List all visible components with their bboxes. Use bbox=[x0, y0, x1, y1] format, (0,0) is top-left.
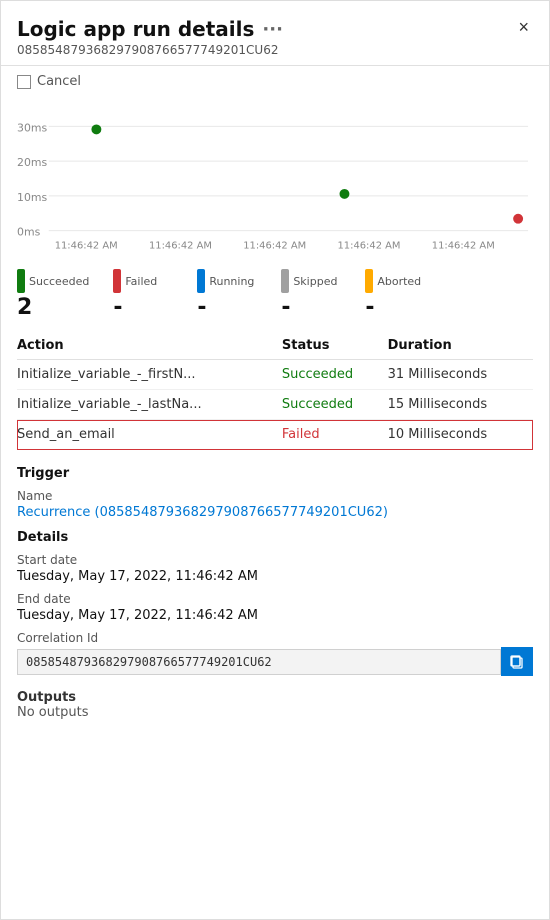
status-cell: Succeeded bbox=[282, 360, 388, 390]
table-row[interactable]: Send_an_emailFailed10 Milliseconds bbox=[17, 420, 533, 450]
chart-point-2 bbox=[340, 189, 350, 199]
aborted-count: - bbox=[365, 295, 425, 320]
start-date-value: Tuesday, May 17, 2022, 11:46:42 AM bbox=[17, 569, 533, 584]
aborted-label: Aborted bbox=[377, 275, 421, 288]
skipped-dot bbox=[281, 269, 289, 293]
panel-title-text: Logic app run details bbox=[17, 17, 254, 41]
cancel-checkbox[interactable] bbox=[17, 75, 31, 89]
skipped-count: - bbox=[281, 295, 341, 320]
failed-label: Failed bbox=[125, 275, 157, 288]
copy-correlation-button[interactable] bbox=[501, 647, 533, 676]
svg-text:11:46:42 AM: 11:46:42 AM bbox=[55, 240, 118, 251]
y-label-30ms: 30ms bbox=[17, 121, 48, 134]
panel-title-row: Logic app run details ··· bbox=[17, 17, 533, 41]
y-label-10ms: 10ms bbox=[17, 191, 48, 204]
trigger-section-label: Trigger bbox=[17, 466, 533, 481]
outputs-label: Outputs bbox=[17, 690, 533, 705]
col-duration: Duration bbox=[388, 332, 533, 360]
trigger-name-label: Name bbox=[17, 489, 533, 503]
skipped-label: Skipped bbox=[293, 275, 337, 288]
y-label-20ms: 20ms bbox=[17, 156, 48, 169]
status-summary: Succeeded 2 Failed - Running - bbox=[17, 269, 533, 320]
copy-icon bbox=[509, 654, 525, 670]
succeeded-dot bbox=[17, 269, 25, 293]
action-cell: Initialize_variable_-_firstN... bbox=[17, 360, 282, 390]
y-label-0ms: 0ms bbox=[17, 226, 41, 239]
chart-svg: 30ms 20ms 10ms 0ms 11:46:42 AM 11:46:42 … bbox=[17, 101, 533, 261]
succeeded-count: 2 bbox=[17, 295, 89, 320]
panel-content: Cancel 30ms 20ms 10ms 0ms 11:46:42 AM 11… bbox=[1, 66, 549, 919]
run-id-subtitle: 085854879368297908766577749201CU62 bbox=[17, 43, 533, 57]
status-cell: Succeeded bbox=[282, 390, 388, 420]
details-label: Details bbox=[17, 530, 533, 545]
duration-cell: 31 Milliseconds bbox=[388, 360, 533, 390]
end-date-value: Tuesday, May 17, 2022, 11:46:42 AM bbox=[17, 608, 533, 623]
status-item-running: Running - bbox=[197, 269, 257, 320]
end-date-label: End date bbox=[17, 592, 533, 606]
aborted-dot bbox=[365, 269, 373, 293]
panel-header: Logic app run details ··· 08585487936829… bbox=[1, 1, 549, 66]
status-cell: Failed bbox=[282, 420, 388, 450]
table-row[interactable]: Initialize_variable_-_lastNa...Succeeded… bbox=[17, 390, 533, 420]
failed-dot bbox=[113, 269, 121, 293]
close-button[interactable]: × bbox=[512, 15, 535, 40]
correlation-id-value: 085854879368297908766577749201CU62 bbox=[17, 649, 501, 675]
correlation-label: Correlation Id bbox=[17, 631, 533, 645]
status-item-succeeded: Succeeded 2 bbox=[17, 269, 89, 320]
status-item-aborted: Aborted - bbox=[365, 269, 425, 320]
action-cell: Send_an_email bbox=[17, 420, 282, 450]
table-row[interactable]: Initialize_variable_-_firstN...Succeeded… bbox=[17, 360, 533, 390]
svg-text:11:46:42 AM: 11:46:42 AM bbox=[432, 240, 495, 251]
no-outputs-value: No outputs bbox=[17, 705, 533, 720]
status-item-skipped: Skipped - bbox=[281, 269, 341, 320]
ellipsis-menu-icon[interactable]: ··· bbox=[262, 19, 283, 40]
action-cell: Initialize_variable_-_lastNa... bbox=[17, 390, 282, 420]
running-label: Running bbox=[209, 275, 254, 288]
chart-point-1 bbox=[91, 124, 101, 134]
col-status: Status bbox=[282, 332, 388, 360]
svg-text:11:46:42 AM: 11:46:42 AM bbox=[338, 240, 401, 251]
svg-text:11:46:42 AM: 11:46:42 AM bbox=[243, 240, 306, 251]
col-action: Action bbox=[17, 332, 282, 360]
duration-cell: 15 Milliseconds bbox=[388, 390, 533, 420]
duration-cell: 10 Milliseconds bbox=[388, 420, 533, 450]
chart-area: 30ms 20ms 10ms 0ms 11:46:42 AM 11:46:42 … bbox=[17, 101, 533, 261]
trigger-name-value[interactable]: Recurrence (0858548793682979087665777492… bbox=[17, 505, 533, 520]
failed-count: - bbox=[113, 295, 173, 320]
correlation-id-field: 085854879368297908766577749201CU62 bbox=[17, 647, 533, 676]
chart-point-3 bbox=[513, 214, 523, 224]
running-count: - bbox=[197, 295, 257, 320]
running-dot bbox=[197, 269, 205, 293]
status-item-failed: Failed - bbox=[113, 269, 173, 320]
logic-app-run-panel: Logic app run details ··· 08585487936829… bbox=[0, 0, 550, 920]
action-table: Action Status Duration Initialize_variab… bbox=[17, 332, 533, 450]
succeeded-label: Succeeded bbox=[29, 275, 89, 288]
cancel-label: Cancel bbox=[37, 74, 81, 89]
start-date-label: Start date bbox=[17, 553, 533, 567]
table-header-row: Action Status Duration bbox=[17, 332, 533, 360]
cancel-area: Cancel bbox=[17, 66, 533, 93]
svg-text:11:46:42 AM: 11:46:42 AM bbox=[149, 240, 212, 251]
